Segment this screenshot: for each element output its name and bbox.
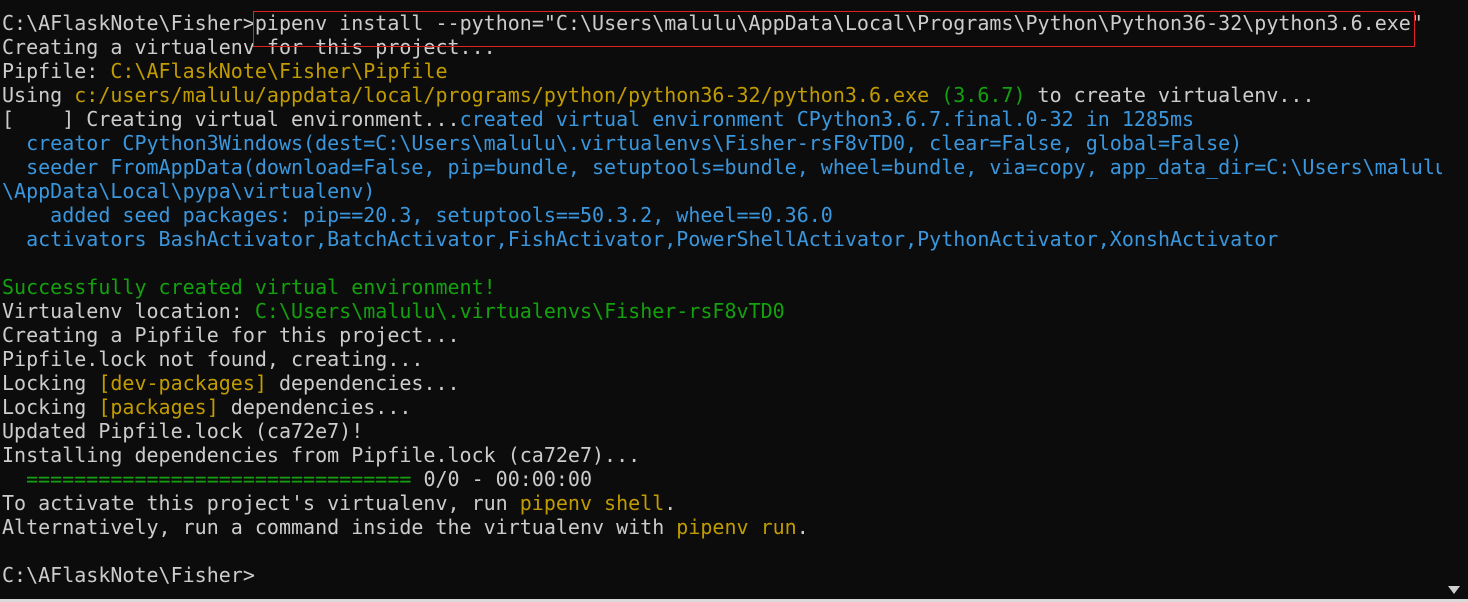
terminal-line: \AppData\Local\pypa\virtualenv) [2,179,1442,203]
terminal-text: Successfully created virtual environment… [2,275,496,299]
terminal-line: Pipfile: C:\AFlaskNote\Fisher\Pipfile [2,59,1442,83]
terminal-line: [ ] Creating virtual environment...creat… [2,107,1442,131]
terminal-text: created virtual environment CPython3.6.7… [459,107,1195,131]
terminal-text: seeder FromAppData(download=False, pip=b… [2,155,1447,179]
scroll-down-arrow-icon[interactable] [1448,586,1460,594]
terminal-text: to create virtualenv... [1025,83,1315,107]
terminal-text: pipenv install --python="C:\Users\malulu… [254,11,1423,35]
terminal-line: Updated Pipfile.lock (ca72e7)! [2,419,1442,443]
terminal-line: Pipfile.lock not found, creating... [2,347,1442,371]
terminal-text: C:\AFlaskNote\Fisher> [2,11,255,35]
terminal-text: To activate this project's virtualenv, r… [2,491,520,515]
terminal-text: pipenv shell [519,491,665,515]
terminal-text: . [664,491,677,515]
terminal-line: To activate this project's virtualenv, r… [2,491,1442,515]
terminal-text: C:\Users\malulu\.virtualenvs\Fisher-rsF8… [254,299,785,323]
terminal-line: C:\AFlaskNote\Fisher> [2,563,1442,587]
terminal-text: c:/users/malulu/appdata/local/programs/p… [74,83,930,107]
terminal-line: ================================ 0/0 - 0… [2,467,1442,491]
terminal-text: added seed packages: pip==20.3, setuptoo… [2,203,833,227]
terminal-text: Using [2,83,75,107]
terminal-line: Locking [packages] dependencies... [2,395,1442,419]
terminal-text: Locking [2,395,99,419]
terminal-text: Creating a virtualenv for this project..… [2,35,496,59]
terminal-line: creator CPython3Windows(dest=C:\Users\ma… [2,131,1442,155]
terminal-text: C:\AFlaskNote\Fisher> [2,563,255,587]
terminal-text: \AppData\Local\pypa\virtualenv) [2,179,376,203]
terminal-text: Alternatively, run a command inside the … [2,515,677,539]
terminal-text: Updated Pipfile.lock (ca72e7)! [2,419,364,443]
terminal-text: activators BashActivator,BatchActivator,… [2,227,1279,251]
terminal-text: Locking [2,371,99,395]
terminal-text: [packages] [98,395,219,419]
terminal-text: C:\AFlaskNote\Fisher\Pipfile [110,59,448,83]
terminal-line: Creating a Pipfile for this project... [2,323,1442,347]
terminal-line: added seed packages: pip==20.3, setuptoo… [2,203,1442,227]
terminal-line: Locking [dev-packages] dependencies... [2,371,1442,395]
terminal-window[interactable]: C:\AFlaskNote\Fisher>pipenv install --py… [0,0,1468,602]
terminal-text: creator CPython3Windows(dest=C:\Users\ma… [2,131,1243,155]
terminal-text: pipenv run [676,515,797,539]
terminal-text: Pipfile.lock not found, creating... [2,347,424,371]
terminal-line: Using c:/users/malulu/appdata/local/prog… [2,83,1442,107]
terminal-text: [dev-packages] [98,371,267,395]
terminal-text: 0/0 - 00:00:00 [423,467,593,491]
terminal-text: dependencies... [266,371,460,395]
terminal-text: Installing dependencies from Pipfile.loc… [2,443,641,467]
terminal-text: Virtualenv location: [2,299,255,323]
terminal-text: ================================ [2,467,424,491]
terminal-line: Virtualenv location: C:\Users\malulu\.vi… [2,299,1442,323]
terminal-text: Pipfile: [2,59,111,83]
terminal-output[interactable]: C:\AFlaskNote\Fisher>pipenv install --py… [2,11,1447,602]
terminal-line: activators BashActivator,BatchActivator,… [2,227,1442,251]
terminal-line: C:\AFlaskNote\Fisher>pipenv install --py… [2,11,1442,35]
terminal-line: seeder FromAppData(download=False, pip=b… [2,155,1447,179]
terminal-line: Installing dependencies from Pipfile.loc… [2,443,1442,467]
terminal-text: (3.6.7) [941,83,1026,107]
terminal-text: [ ] Creating virtual environment... [2,107,460,131]
terminal-text: Creating a Pipfile for this project... [2,323,460,347]
terminal-line: Alternatively, run a command inside the … [2,515,1442,539]
vertical-scrollbar[interactable] [1442,0,1468,602]
terminal-text: . [796,515,809,539]
terminal-text: dependencies... [218,395,412,419]
terminal-line: Creating a virtualenv for this project..… [2,35,1442,59]
terminal-line: Successfully created virtual environment… [2,275,1442,299]
